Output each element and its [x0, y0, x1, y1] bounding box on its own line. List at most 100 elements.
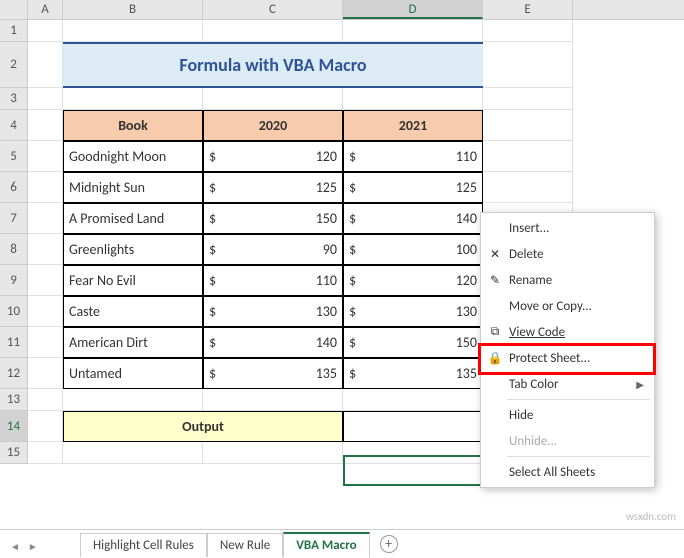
- table-row[interactable]: Greenlights: [63, 234, 203, 265]
- table-cell[interactable]: $120: [343, 265, 483, 296]
- table-cell[interactable]: $125: [343, 172, 483, 203]
- cell[interactable]: [483, 110, 573, 141]
- cell[interactable]: [343, 389, 483, 411]
- menu-tab-color[interactable]: Tab Color▶: [481, 371, 654, 397]
- cell[interactable]: [343, 88, 483, 110]
- table-row[interactable]: American Dirt: [63, 327, 203, 358]
- cell[interactable]: [28, 389, 63, 411]
- cell[interactable]: [63, 88, 203, 110]
- table-cell[interactable]: $135: [343, 358, 483, 389]
- add-sheet-button[interactable]: +: [380, 535, 398, 553]
- row-header-13[interactable]: 13: [0, 389, 28, 411]
- row-header-1[interactable]: 1: [0, 20, 28, 42]
- sheet-tab-vba-macro[interactable]: VBA Macro: [283, 532, 369, 558]
- table-cell[interactable]: $150: [203, 203, 343, 234]
- cell[interactable]: [63, 20, 203, 42]
- cell[interactable]: [28, 296, 63, 327]
- row-header-2[interactable]: 2: [0, 42, 28, 88]
- cell[interactable]: [28, 20, 63, 42]
- cell[interactable]: [28, 88, 63, 110]
- cell[interactable]: [483, 141, 573, 172]
- cell[interactable]: [343, 20, 483, 42]
- table-row[interactable]: A Promised Land: [63, 203, 203, 234]
- cell[interactable]: [203, 442, 343, 464]
- cell[interactable]: [28, 203, 63, 234]
- cell[interactable]: [28, 110, 63, 141]
- col-header-d[interactable]: D: [343, 0, 483, 19]
- output-label[interactable]: Output: [63, 411, 343, 442]
- menu-view-code[interactable]: ⧉View Code: [481, 319, 654, 345]
- menu-insert[interactable]: Insert...: [481, 215, 654, 241]
- row-header-5[interactable]: 5: [0, 141, 28, 172]
- cell[interactable]: [28, 358, 63, 389]
- tab-nav-next-icon[interactable]: ►: [28, 540, 38, 553]
- cell[interactable]: [203, 20, 343, 42]
- table-cell[interactable]: $130: [203, 296, 343, 327]
- table-cell[interactable]: $140: [343, 203, 483, 234]
- row-header-14[interactable]: 14: [0, 411, 28, 442]
- cell[interactable]: [343, 442, 483, 464]
- row-header-15[interactable]: 15: [0, 442, 28, 464]
- table-cell[interactable]: $140: [203, 327, 343, 358]
- row-header-9[interactable]: 9: [0, 265, 28, 296]
- cell[interactable]: [483, 88, 573, 110]
- cell[interactable]: [28, 42, 63, 88]
- table-cell[interactable]: $110: [343, 141, 483, 172]
- menu-rename[interactable]: ✎Rename: [481, 267, 654, 293]
- menu-hide[interactable]: Hide: [481, 402, 654, 428]
- cell[interactable]: [203, 389, 343, 411]
- cell[interactable]: [28, 172, 63, 203]
- table-header-book[interactable]: Book: [63, 110, 203, 141]
- table-row[interactable]: Midnight Sun: [63, 172, 203, 203]
- cell[interactable]: [28, 265, 63, 296]
- menu-protect-sheet[interactable]: 🔒Protect Sheet...: [481, 345, 654, 371]
- row-header-8[interactable]: 8: [0, 234, 28, 265]
- row-header-6[interactable]: 6: [0, 172, 28, 203]
- sheet-tab-new-rule[interactable]: New Rule: [207, 533, 283, 557]
- table-row[interactable]: Fear No Evil: [63, 265, 203, 296]
- cell[interactable]: [28, 141, 63, 172]
- table-row[interactable]: Untamed: [63, 358, 203, 389]
- row-header-12[interactable]: 12: [0, 358, 28, 389]
- table-header-2020[interactable]: 2020: [203, 110, 343, 141]
- table-cell[interactable]: $120: [203, 141, 343, 172]
- tab-nav-prev-icon[interactable]: ◄: [10, 540, 20, 553]
- row-header-3[interactable]: 3: [0, 88, 28, 110]
- table-header-2021[interactable]: 2021: [343, 110, 483, 141]
- table-cell[interactable]: $150: [343, 327, 483, 358]
- row-header-4[interactable]: 4: [0, 110, 28, 141]
- cell[interactable]: [28, 234, 63, 265]
- table-cell[interactable]: $125: [203, 172, 343, 203]
- output-value-cell[interactable]: [343, 411, 483, 442]
- col-header-e[interactable]: E: [483, 0, 573, 19]
- cell[interactable]: [483, 42, 573, 88]
- cell[interactable]: [63, 442, 203, 464]
- col-header-b[interactable]: B: [63, 0, 203, 19]
- menu-select-all-sheets[interactable]: Select All Sheets: [481, 459, 654, 485]
- table-cell[interactable]: $110: [203, 265, 343, 296]
- cell[interactable]: [28, 327, 63, 358]
- sheet-tab-highlight-rules[interactable]: Highlight Cell Rules: [80, 533, 207, 557]
- table-row[interactable]: Caste: [63, 296, 203, 327]
- table-cell[interactable]: $100: [343, 234, 483, 265]
- row-header-7[interactable]: 7: [0, 203, 28, 234]
- table-row[interactable]: Goodnight Moon: [63, 141, 203, 172]
- cell[interactable]: [203, 88, 343, 110]
- col-header-a[interactable]: A: [28, 0, 63, 19]
- currency-symbol: $: [349, 179, 356, 196]
- row-header-11[interactable]: 11: [0, 327, 28, 358]
- cell[interactable]: [483, 20, 573, 42]
- table-cell[interactable]: $130: [343, 296, 483, 327]
- table-cell[interactable]: $90: [203, 234, 343, 265]
- table-cell[interactable]: $135: [203, 358, 343, 389]
- row-header-10[interactable]: 10: [0, 296, 28, 327]
- cell[interactable]: [28, 442, 63, 464]
- cell[interactable]: [483, 172, 573, 203]
- title-cell[interactable]: Formula with VBA Macro: [63, 42, 483, 88]
- cell[interactable]: [63, 389, 203, 411]
- select-all-corner[interactable]: [0, 0, 28, 19]
- menu-delete[interactable]: ✕Delete: [481, 241, 654, 267]
- col-header-c[interactable]: C: [203, 0, 343, 19]
- cell[interactable]: [28, 411, 63, 442]
- menu-move-copy[interactable]: Move or Copy...: [481, 293, 654, 319]
